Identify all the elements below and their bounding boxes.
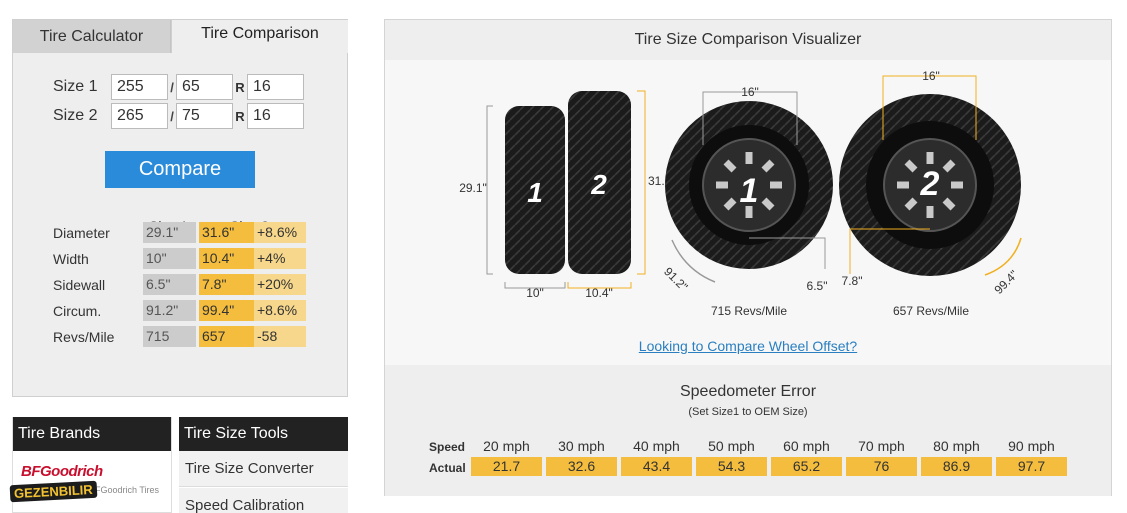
actual-speed-cell: 97.7 <box>996 457 1067 476</box>
size-2-width-input[interactable] <box>111 103 168 129</box>
speed-cell: 70 mph <box>858 438 905 454</box>
actual-row-label: Actual <box>429 461 466 475</box>
result-difference: +20% <box>254 274 306 295</box>
result-label: Sidewall <box>53 276 106 293</box>
result-difference: +4% <box>254 248 306 269</box>
actual-speed-cell: 43.4 <box>621 457 692 476</box>
result-label: Diameter <box>53 224 110 241</box>
speed-cell: 40 mph <box>633 438 680 454</box>
result-row-width: Width 10" 10.4" +4% <box>53 248 306 269</box>
rim-separator: R <box>235 108 245 124</box>
rim-separator: R <box>235 79 245 95</box>
bfgoodrich-tires-link[interactable]: BFGoodrich Tires <box>89 485 159 495</box>
width-1-label: 10" <box>526 286 544 300</box>
actual-speed-cell: 21.7 <box>471 457 542 476</box>
bfgoodrich-logo[interactable]: BFGoodrich <box>21 463 103 480</box>
speed-row-label: Speed <box>429 440 466 454</box>
result-difference: -58 <box>254 326 306 347</box>
tool-speed-calibration[interactable]: Speed Calibration <box>179 488 348 513</box>
result-size-1-value: 715 <box>143 326 196 347</box>
size-1-aspect-input[interactable] <box>176 74 233 100</box>
tire-size-tools-box: Tire Size Tools Tire Size Converter Spee… <box>179 417 348 513</box>
speedometer-error-subtitle: (Set Size1 to OEM Size) <box>688 406 808 418</box>
compare-button[interactable]: Compare <box>105 151 255 188</box>
size-1-rim-input[interactable] <box>247 74 304 100</box>
sidewall-1-label: 6.5" <box>807 279 828 293</box>
speed-cell: 30 mph <box>558 438 605 454</box>
size-2-rim-input[interactable] <box>247 103 304 129</box>
circumference-2-label: 99.4" <box>991 267 1020 296</box>
actual-speed-cell: 32.6 <box>546 457 617 476</box>
tire-1-side-number: 1 <box>527 177 543 208</box>
size-1-label: Size 1 <box>53 78 98 95</box>
circumference-1-label: 91.2" <box>661 264 690 293</box>
rim-2-label: 16" <box>922 69 940 83</box>
size-1-row: Size 1 / R <box>53 74 304 100</box>
sidewall-2-label: 7.8" <box>842 274 863 288</box>
speedometer-error-title: Speedometer Error <box>679 383 817 400</box>
size-2-aspect-input[interactable] <box>176 103 233 129</box>
result-row-sidewall: Sidewall 6.5" 7.8" +20% <box>53 274 306 295</box>
diameter-1-label: 29.1" <box>459 181 487 195</box>
result-size-1-value: 29.1" <box>143 222 196 243</box>
diameter-1-bracket <box>486 105 493 275</box>
speed-cell: 90 mph <box>1008 438 1055 454</box>
result-size-1-value: 6.5" <box>143 274 196 295</box>
tire-size-tools-title: Tire Size Tools <box>179 417 348 451</box>
result-size-2-value: 657 <box>199 326 254 347</box>
result-difference: +8.6% <box>254 222 306 243</box>
result-label: Circum. <box>53 302 102 319</box>
diameter-2-bracket <box>637 90 646 275</box>
revs-2-label: 657 Revs/Mile <box>893 304 969 318</box>
result-label: Revs/Mile <box>53 328 115 345</box>
actual-speed-cell: 65.2 <box>771 457 842 476</box>
size-1-width-input[interactable] <box>111 74 168 100</box>
result-row-diameter: Diameter 29.1" 31.6" +8.6% <box>53 222 306 243</box>
result-size-1-value: 91.2" <box>143 300 196 321</box>
tire-2-side-number: 2 <box>590 169 607 200</box>
result-label: Width <box>53 250 89 267</box>
result-size-2-value: 99.4" <box>199 300 254 321</box>
size-2-row: Size 2 / R <box>53 103 304 129</box>
speed-cell: 60 mph <box>783 438 830 454</box>
speedometer-error-section: Speedometer Error (Set Size1 to OEM Size… <box>385 365 1111 496</box>
tab-tire-calculator[interactable]: Tire Calculator <box>13 20 171 53</box>
compare-wheel-offset-link[interactable]: Looking to Compare Wheel Offset? <box>385 338 1111 354</box>
actual-speed-cell: 76 <box>846 457 917 476</box>
speed-cell: 80 mph <box>933 438 980 454</box>
width-2-label: 10.4" <box>585 286 613 300</box>
tool-tire-size-converter[interactable]: Tire Size Converter <box>179 451 348 487</box>
rim-1-label: 16" <box>741 85 759 99</box>
tire-brands-title: Tire Brands <box>13 417 171 451</box>
speed-cell: 20 mph <box>483 438 530 454</box>
result-difference: +8.6% <box>254 300 306 321</box>
tire-comparison-panel: Tire Calculator Tire Comparison Size 1 /… <box>12 19 348 397</box>
visualizer-panel: Tire Size Comparison Visualizer 1 2 29.1… <box>384 19 1112 496</box>
speed-cell: 50 mph <box>708 438 755 454</box>
revs-1-label: 715 Revs/Mile <box>711 304 787 318</box>
visualizer-title: Tire Size Comparison Visualizer <box>385 20 1111 60</box>
tire-2-front-number: 2 <box>920 165 940 203</box>
slash-separator: / <box>170 108 174 124</box>
size-2-label: Size 2 <box>53 107 98 124</box>
result-size-2-value: 7.8" <box>199 274 254 295</box>
result-row-circum: Circum. 91.2" 99.4" +8.6% <box>53 300 306 321</box>
visualizer-canvas: 1 2 29.1" 31.6" 10" 10.4" 1 16" 6.5" 91.… <box>385 60 1111 365</box>
tab-tire-comparison[interactable]: Tire Comparison <box>171 19 348 53</box>
result-size-1-value: 10" <box>143 248 196 269</box>
actual-speed-cell: 86.9 <box>921 457 992 476</box>
slash-separator: / <box>170 79 174 95</box>
result-size-2-value: 31.6" <box>199 222 254 243</box>
result-row-revs-mile: Revs/Mile 715 657 -58 <box>53 326 306 347</box>
actual-speed-cell: 54.3 <box>696 457 767 476</box>
tire-visual-svg: 1 2 29.1" 31.6" 10" 10.4" 1 16" 6.5" 91.… <box>459 69 1022 318</box>
tire-1-front-number: 1 <box>740 172 759 210</box>
result-size-2-value: 10.4" <box>199 248 254 269</box>
